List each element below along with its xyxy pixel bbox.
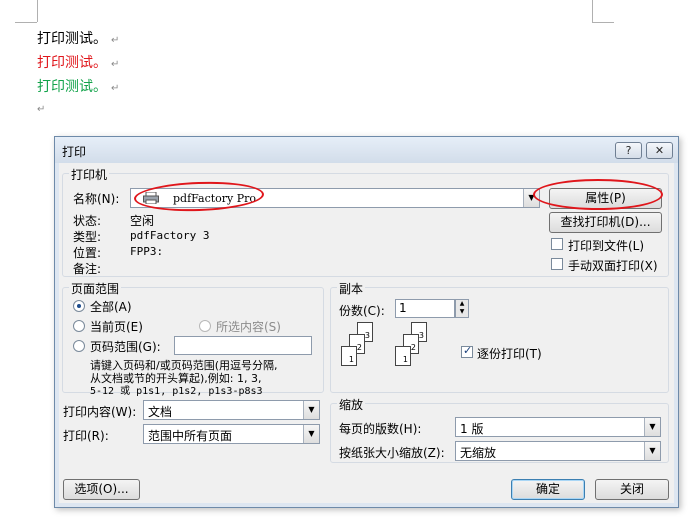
page-range-hint-1: 请键入页码和/或页码范围(用逗号分隔, [90, 359, 278, 372]
range-pages-label[interactable]: 页码范围(G): [90, 338, 161, 355]
print-to-file-label[interactable]: 打印到文件(L) [568, 237, 644, 254]
page-corner-right-h [592, 22, 614, 23]
dialog-body: 打印机 名称(N): pdfFactory Pro ▼ 状态: 空闲 类型: p… [59, 163, 674, 503]
pages-per-sheet-select[interactable]: 1 版 ▼ [455, 417, 661, 437]
page-range-hint-2: 从文档或节的开头算起),例如: 1, 3, [90, 372, 262, 385]
print-label: 打印(R): [63, 429, 109, 443]
comment-label: 备注: [73, 262, 102, 276]
collate-checkbox[interactable] [461, 344, 473, 358]
collate-illustration-a: 3 2 1 [341, 322, 381, 374]
page-corner-left [37, 0, 38, 22]
location-label: 位置: [73, 246, 102, 260]
manual-duplex-checkbox[interactable] [551, 258, 563, 270]
print-what-value: 文档 [148, 405, 173, 419]
doc-line-black: 打印测试。 ↵ [37, 28, 119, 48]
copies-group: 副本 份数(C): 1 ▲ ▼ 3 2 1 3 2 1 逐份打印(T) [330, 280, 669, 393]
dialog-titlebar[interactable]: 打印 ? ✕ [55, 137, 678, 163]
pages-per-sheet-label: 每页的版数(H): [339, 422, 422, 436]
chevron-down-icon[interactable]: ▼ [644, 442, 660, 460]
chevron-down-icon[interactable]: ▼ [644, 418, 660, 436]
paragraph-mark: ↵ [37, 104, 46, 115]
print-select[interactable]: 范围中所有页面 ▼ [143, 424, 320, 444]
options-button[interactable]: 选项(O)... [63, 479, 140, 500]
status-label: 状态: [73, 214, 102, 228]
doc-empty-line: ↵ [37, 100, 45, 116]
find-printer-button[interactable]: 查找打印机(D)... [549, 212, 662, 233]
page-range-hint-3: 5-12 或 p1s1, p1s2, p1s3-p8s3 [90, 386, 263, 397]
type-label: 类型: [73, 230, 102, 244]
range-all-radio[interactable] [73, 300, 85, 312]
range-current-label[interactable]: 当前页(E) [90, 318, 143, 335]
page-icon: 1 [395, 346, 411, 366]
page-range-label: 页面范围 [69, 280, 122, 297]
annotation-ellipse-properties [533, 179, 663, 210]
manual-duplex-label[interactable]: 手动双面打印(X) [568, 257, 658, 274]
page-range-group: 页面范围 全部(A) 当前页(E) 所选内容(S) 页码范围(G): 请键入页码… [62, 280, 324, 397]
print-what-label: 打印内容(W): [63, 405, 137, 419]
dialog-title: 打印 [62, 145, 87, 159]
scale-value: 无缩放 [460, 446, 497, 460]
printer-name-label: 名称(N): [73, 192, 120, 206]
pages-per-sheet-value: 1 版 [460, 422, 484, 436]
page-corner-right [592, 0, 593, 22]
page-corner-left-h [15, 22, 37, 23]
printer-group-label: 打印机 [69, 166, 110, 183]
copies-count-input[interactable]: 1 [395, 299, 455, 318]
zoom-group: 缩放 每页的版数(H): 1 版 ▼ 按纸张大小缩放(Z): 无缩放 ▼ [330, 396, 669, 463]
paragraph-mark: ↵ [111, 83, 120, 94]
print-what-select[interactable]: 文档 ▼ [143, 400, 320, 420]
print-to-file-checkbox[interactable] [551, 238, 563, 250]
range-current-radio[interactable] [73, 320, 85, 332]
page-icon: 1 [341, 346, 357, 366]
close-x-button[interactable]: ✕ [646, 142, 673, 159]
scale-select[interactable]: 无缩放 ▼ [455, 441, 661, 461]
close-button[interactable]: 关闭 [595, 479, 669, 500]
doc-line-text: 打印测试。 [37, 55, 107, 71]
status-value: 空闲 [130, 214, 155, 228]
print-value: 范围中所有页面 [148, 429, 233, 443]
paragraph-mark: ↵ [111, 59, 120, 70]
doc-line-text: 打印测试。 [37, 79, 107, 95]
ok-button[interactable]: 确定 [511, 479, 585, 500]
copies-count-value: 1 [399, 301, 407, 315]
collate-illustration-b: 3 2 1 [395, 322, 435, 374]
help-button[interactable]: ? [615, 142, 642, 159]
spin-up-icon[interactable]: ▲ [456, 300, 468, 308]
range-selection-radio[interactable] [199, 320, 211, 332]
chevron-down-icon[interactable]: ▼ [303, 425, 319, 443]
chevron-down-icon[interactable]: ▼ [303, 401, 319, 419]
range-all-label[interactable]: 全部(A) [90, 298, 132, 315]
collate-label[interactable]: 逐份打印(T) [477, 345, 542, 362]
scale-label: 按纸张大小缩放(Z): [339, 446, 445, 460]
copies-spinner[interactable]: ▲ ▼ [455, 299, 469, 318]
range-selection-label[interactable]: 所选内容(S) [216, 318, 281, 335]
zoom-group-label: 缩放 [337, 396, 366, 413]
copies-group-label: 副本 [337, 280, 366, 297]
page-range-input[interactable] [174, 336, 312, 355]
range-pages-radio[interactable] [73, 340, 85, 352]
type-value: pdfFactory 3 [130, 229, 210, 242]
doc-line-text: 打印测试。 [37, 31, 107, 47]
copies-count-label: 份数(C): [339, 304, 385, 318]
doc-line-green: 打印测试。 ↵ [37, 76, 119, 96]
doc-line-red: 打印测试。 ↵ [37, 52, 119, 72]
paragraph-mark: ↵ [111, 35, 120, 46]
spin-down-icon[interactable]: ▼ [456, 308, 468, 316]
location-value: FPP3: [130, 245, 164, 258]
